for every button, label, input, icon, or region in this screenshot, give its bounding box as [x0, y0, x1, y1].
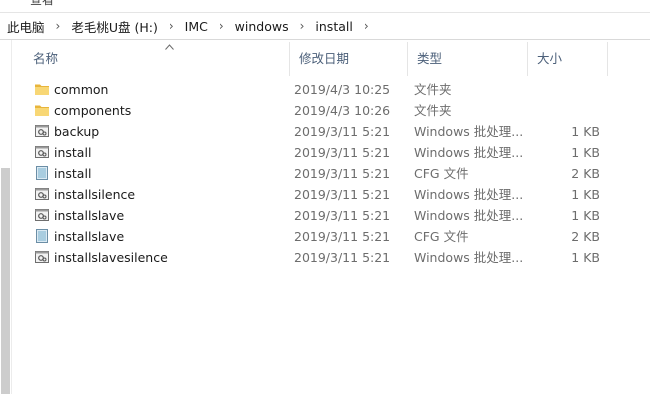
column-header-size[interactable]: 大小 [528, 42, 608, 76]
sort-ascending-icon [165, 44, 174, 50]
file-date-modified: 2019/3/11 5:21 [294, 145, 391, 160]
breadcrumb-item[interactable]: windows [233, 19, 291, 34]
ribbon-view-tab-label[interactable]: 查看 [30, 0, 54, 8]
file-name: install [54, 145, 92, 160]
file-name: installsilence [54, 187, 136, 202]
file-type: CFG 文件 [414, 229, 469, 244]
file-row[interactable]: installslave 2019/3/11 5:21 Windows 批处理...… [12, 205, 612, 226]
file-type: Windows 批处理... [414, 208, 524, 223]
chevron-right-icon[interactable]: › [291, 19, 314, 33]
column-header-name-label: 名称 [33, 51, 59, 66]
file-name: install [54, 166, 92, 181]
file-type: 文件夹 [414, 103, 452, 118]
file-row[interactable]: install 2019/3/11 5:21 CFG 文件 2 KB [12, 163, 612, 184]
breadcrumb-item[interactable]: IMC [183, 19, 210, 34]
column-header-size-label: 大小 [537, 51, 563, 66]
column-header-type[interactable]: 类型 [408, 42, 528, 76]
file-row[interactable]: installslavesilence 2019/3/11 5:21 Windows… [12, 247, 612, 268]
file-type: Windows 批处理... [414, 187, 524, 202]
file-size: 2 KB [571, 166, 600, 181]
file-type: Windows 批处理... [414, 250, 524, 265]
file-row[interactable]: backup 2019/3/11 5:21 Windows 批处理... 1 KB [12, 121, 612, 142]
file-size: 2 KB [571, 229, 600, 244]
file-date-modified: 2019/4/3 10:26 [294, 103, 391, 118]
file-name: backup [54, 124, 100, 139]
file-type: 文件夹 [414, 82, 452, 97]
breadcrumb-item[interactable]: install [313, 19, 354, 34]
batch-file-icon [34, 144, 50, 160]
column-header-type-label: 类型 [417, 51, 443, 66]
file-name: installslavesilence [54, 250, 168, 265]
folder-icon [34, 102, 50, 118]
chevron-right-icon[interactable]: › [160, 19, 183, 33]
batch-file-icon [34, 207, 50, 223]
batch-file-icon [34, 249, 50, 265]
file-name: installslave [54, 208, 125, 223]
navigation-pane-scrollbar[interactable] [0, 40, 12, 394]
ribbon-strip: 查看 [0, 0, 650, 13]
file-date-modified: 2019/3/11 5:21 [294, 250, 391, 265]
file-type: Windows 批处理... [414, 145, 524, 160]
column-header-date-label: 修改日期 [299, 51, 350, 66]
file-size: 1 KB [571, 250, 600, 265]
file-size [530, 79, 600, 100]
file-name: common [54, 82, 109, 97]
column-header-row: 名称 修改日期 类型 大小 [12, 42, 650, 76]
file-date-modified: 2019/3/11 5:21 [294, 208, 391, 223]
file-row[interactable]: install 2019/3/11 5:21 Windows 批处理... 1 KB [12, 142, 612, 163]
file-row[interactable]: installslave 2019/3/11 5:21 CFG 文件 2 KB [12, 226, 612, 247]
file-size: 1 KB [571, 187, 600, 202]
file-type: Windows 批处理... [414, 124, 524, 139]
scrollbar-thumb[interactable] [1, 168, 10, 394]
breadcrumb-item[interactable]: 老毛桃U盘 (H:) [69, 17, 160, 36]
file-type: CFG 文件 [414, 166, 469, 181]
file-date-modified: 2019/3/11 5:21 [294, 187, 391, 202]
file-size [530, 100, 600, 121]
column-header-name[interactable]: 名称 [24, 42, 290, 76]
file-size: 1 KB [571, 208, 600, 223]
file-size: 1 KB [571, 124, 600, 139]
file-list: common 2019/4/3 10:25 文件夹 components 2019/4/… [12, 79, 650, 268]
column-header-date[interactable]: 修改日期 [290, 42, 408, 76]
file-date-modified: 2019/4/3 10:25 [294, 82, 391, 97]
file-name: components [54, 103, 132, 118]
file-name: installslave [54, 229, 125, 244]
file-date-modified: 2019/3/11 5:21 [294, 124, 391, 139]
chevron-right-icon[interactable]: › [355, 19, 378, 33]
breadcrumb-item[interactable]: 此电脑 [5, 17, 47, 36]
cfg-file-icon [34, 228, 50, 244]
file-size: 1 KB [571, 145, 600, 160]
chevron-right-icon[interactable]: › [47, 19, 70, 33]
file-date-modified: 2019/3/11 5:21 [294, 166, 391, 181]
batch-file-icon [34, 186, 50, 202]
file-row[interactable]: components 2019/4/3 10:26 文件夹 [12, 100, 612, 121]
batch-file-icon [34, 123, 50, 139]
file-date-modified: 2019/3/11 5:21 [294, 229, 391, 244]
address-bar[interactable]: 此电脑 › 老毛桃U盘 (H:) › IMC › windows › install › [0, 13, 650, 40]
file-row[interactable]: installsilence 2019/3/11 5:21 Windows 批处理.… [12, 184, 612, 205]
chevron-right-icon[interactable]: › [210, 19, 233, 33]
file-row[interactable]: common 2019/4/3 10:25 文件夹 [12, 79, 612, 100]
folder-icon [34, 81, 50, 97]
cfg-file-icon [34, 165, 50, 181]
